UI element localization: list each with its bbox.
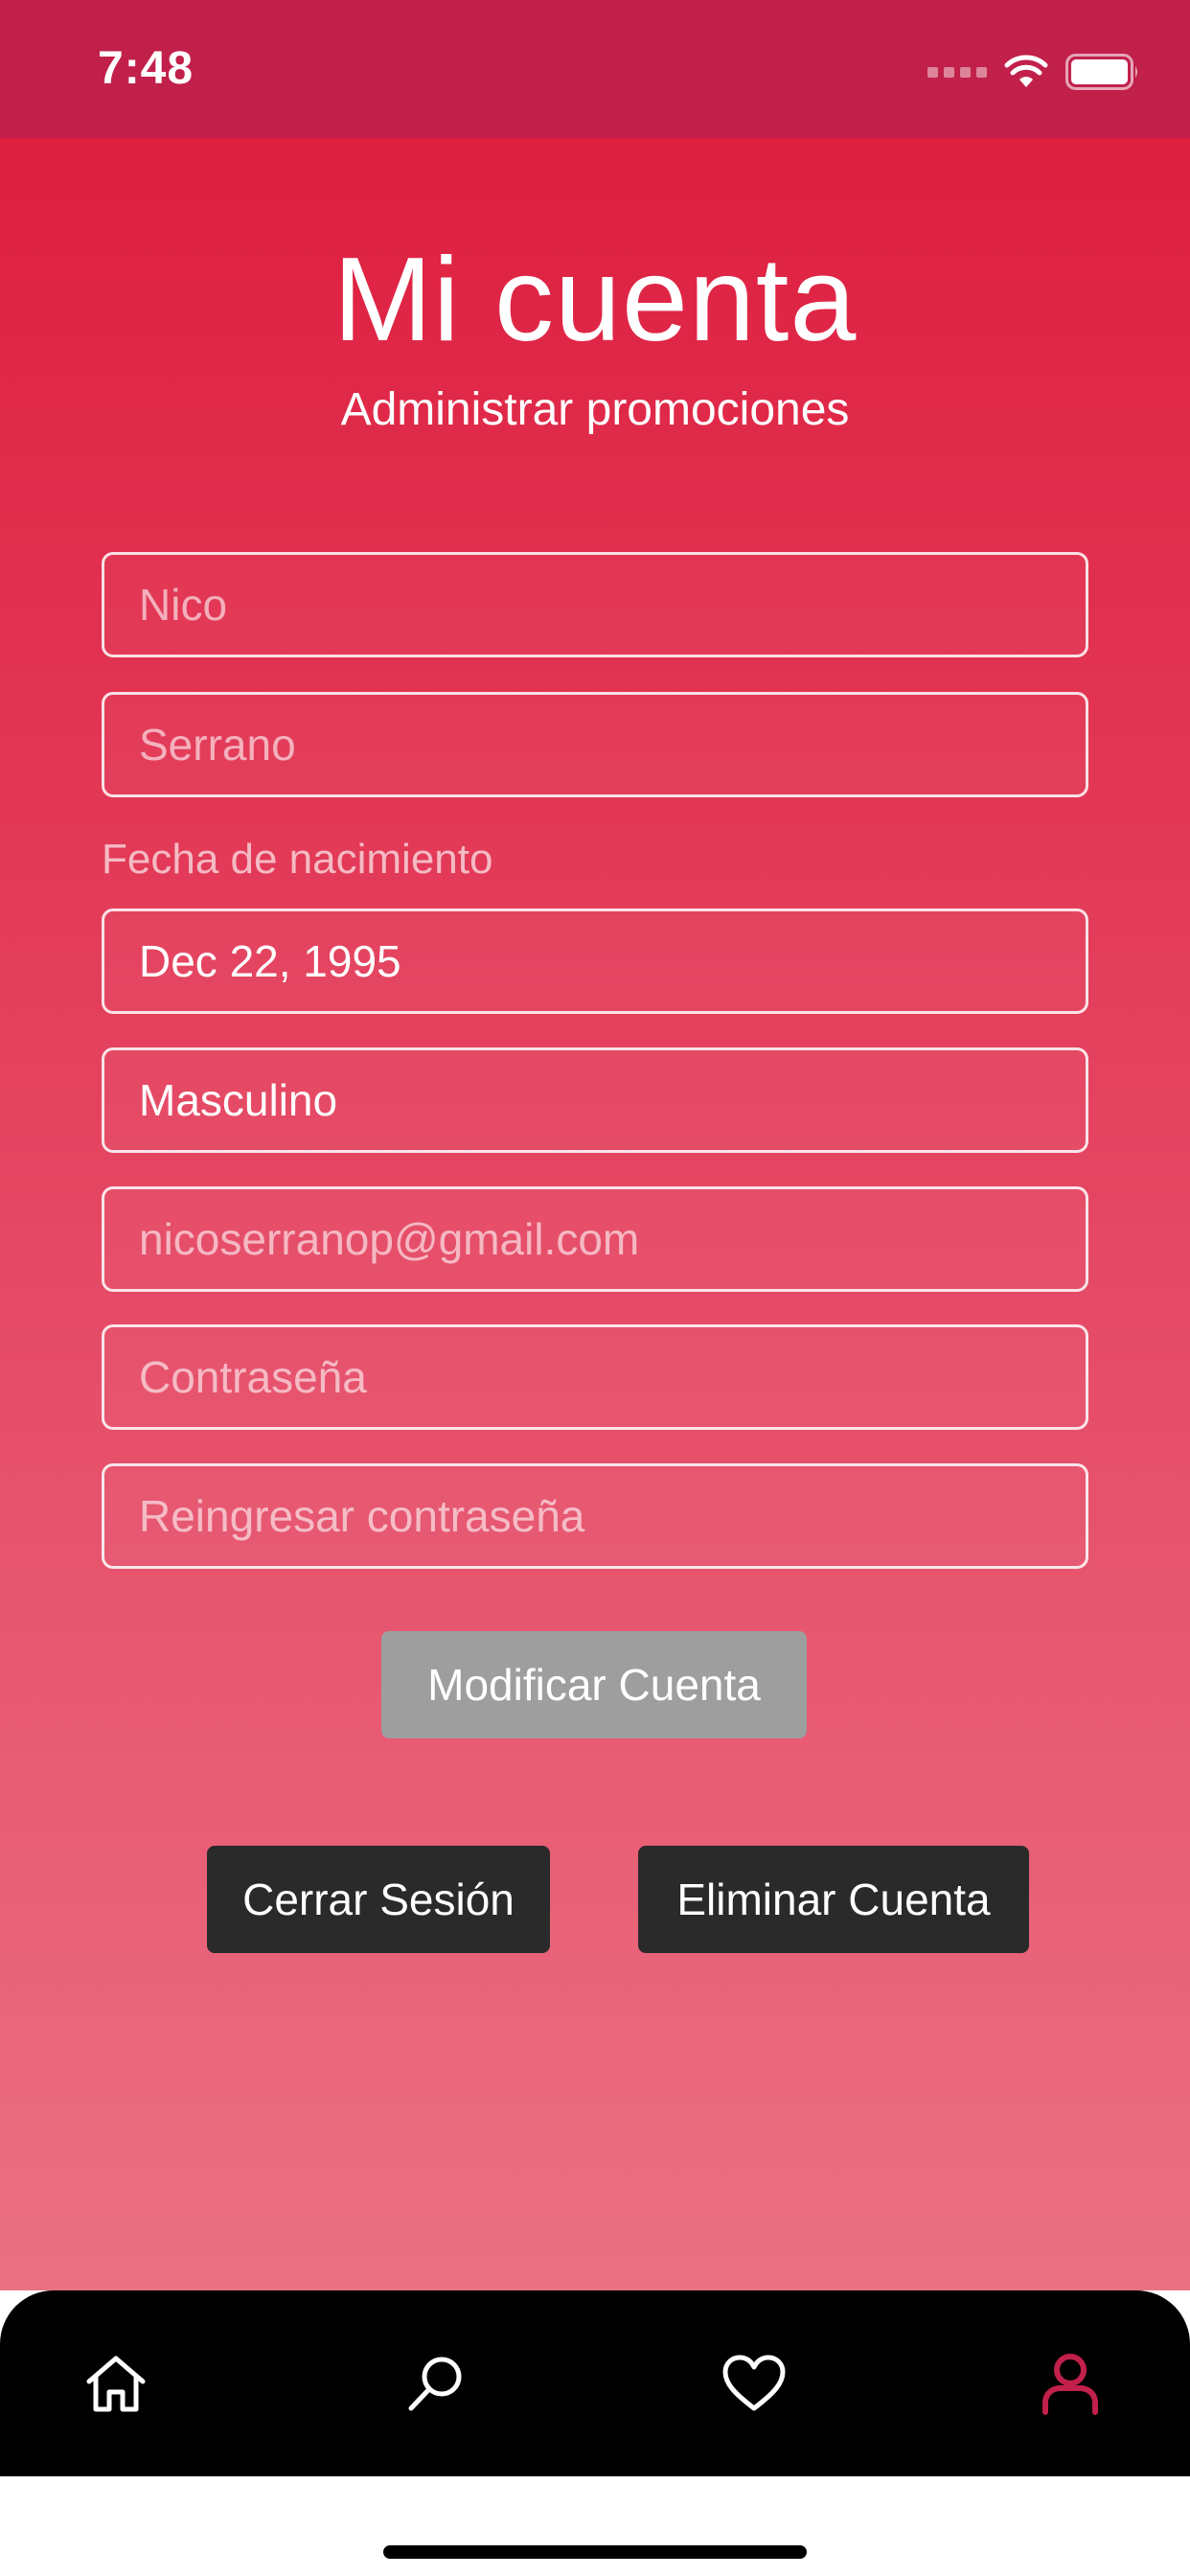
battery-icon [1065,54,1137,90]
tab-search[interactable] [374,2290,498,2476]
delete-account-button[interactable]: Eliminar Cuenta [638,1846,1029,1953]
tab-home[interactable] [54,2290,178,2476]
password-confirm-input[interactable] [102,1463,1088,1569]
heart-icon [722,2355,786,2411]
manage-promotions-link[interactable]: Administrar promociones [0,383,1190,436]
status-bar: 7:48 [0,0,1190,138]
user-icon [1042,2354,1098,2415]
home-indicator[interactable] [383,2545,807,2559]
first-name-input[interactable] [102,552,1088,657]
account-content: Mi cuenta Administrar promociones Fecha … [0,138,1190,2290]
birthdate-label: Fecha de nacimiento [102,836,493,883]
gender-value: Masculino [139,1075,338,1125]
password-input[interactable] [102,1324,1088,1430]
tab-profile[interactable] [1008,2290,1133,2476]
birthdate-value: Dec 22, 1995 [139,936,401,986]
search-icon [408,2357,462,2411]
app-screen: 7:48 Mi cuenta Administrar promociones F… [0,0,1190,2576]
birthdate-field[interactable]: Dec 22, 1995 [102,908,1088,1014]
logout-button[interactable]: Cerrar Sesión [207,1846,550,1953]
home-icon [86,2356,146,2412]
tab-favorites[interactable] [692,2290,816,2476]
status-time: 7:48 [98,43,195,94]
page-title: Mi cuenta [332,234,858,366]
modify-account-button[interactable]: Modificar Cuenta [381,1631,807,1738]
home-indicator-area [0,2476,1190,2576]
bottom-tab-bar [0,2290,1190,2476]
wifi-icon [1004,55,1048,87]
gender-select[interactable]: Masculino [102,1047,1088,1153]
last-name-input[interactable] [102,692,1088,797]
signal-icon [927,66,987,78]
email-input[interactable] [102,1186,1088,1292]
status-icons [927,48,1140,96]
